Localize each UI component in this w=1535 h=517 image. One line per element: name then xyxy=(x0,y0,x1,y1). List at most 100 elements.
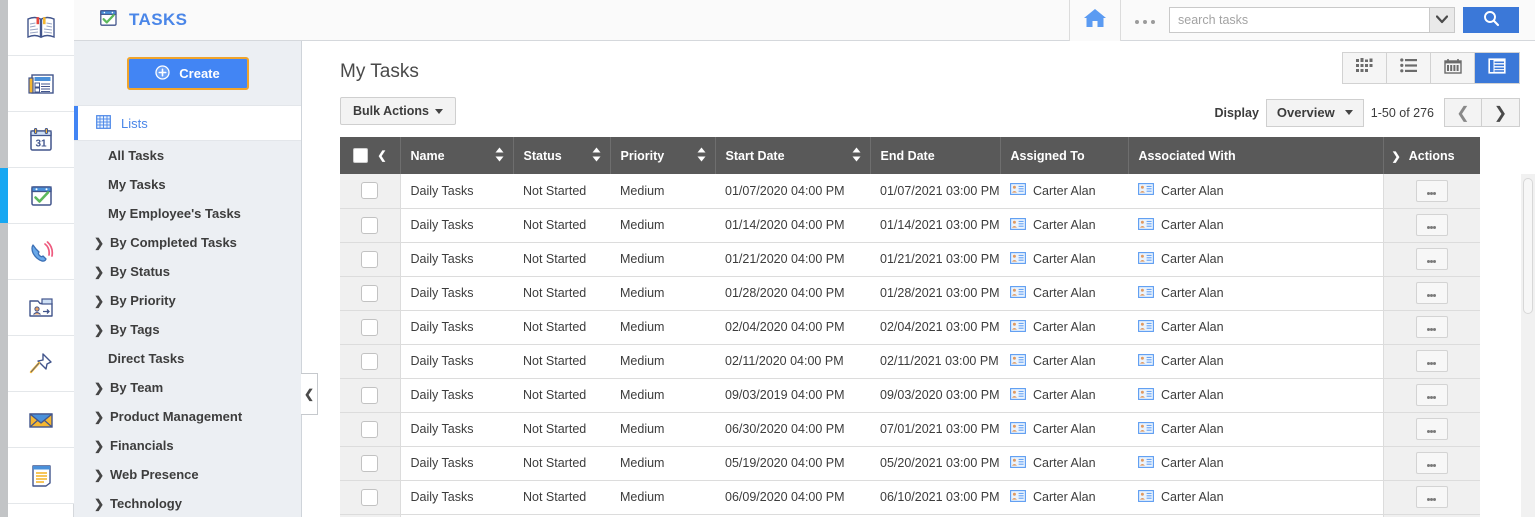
cell-name[interactable]: Daily Tasks xyxy=(400,446,513,480)
row-select-cell[interactable] xyxy=(340,174,400,208)
row-checkbox[interactable] xyxy=(361,387,378,404)
person-cell[interactable]: Carter Alan xyxy=(1010,183,1096,198)
person-cell[interactable]: Carter Alan xyxy=(1138,388,1224,403)
person-cell[interactable]: Carter Alan xyxy=(1010,286,1096,301)
sidebar-item-by-priority[interactable]: ❯ By Priority xyxy=(74,286,301,315)
rail-item-pins[interactable] xyxy=(8,336,74,392)
column-header-associated-with[interactable]: Associated With xyxy=(1128,137,1383,174)
person-cell[interactable]: Carter Alan xyxy=(1138,422,1224,437)
cell-actions[interactable] xyxy=(1383,378,1480,412)
select-all-header[interactable]: ❮ xyxy=(340,137,400,174)
rail-item-news[interactable] xyxy=(8,56,74,112)
cell-name[interactable]: Daily Tasks xyxy=(400,242,513,276)
row-menu-button[interactable] xyxy=(1416,486,1448,508)
person-cell[interactable]: Carter Alan xyxy=(1138,218,1224,233)
row-checkbox[interactable] xyxy=(361,319,378,336)
sidebar-item-my-employees-tasks[interactable]: My Employee's Tasks xyxy=(74,199,301,228)
row-menu-button[interactable] xyxy=(1416,180,1448,202)
cell-actions[interactable] xyxy=(1383,344,1480,378)
row-checkbox[interactable] xyxy=(361,489,378,506)
rail-item-tasks[interactable] xyxy=(8,168,74,224)
person-cell[interactable]: Carter Alan xyxy=(1138,252,1224,267)
row-select-cell[interactable] xyxy=(340,242,400,276)
window-scrollbar[interactable] xyxy=(0,0,8,517)
row-select-cell[interactable] xyxy=(340,344,400,378)
next-page-button[interactable]: ❯ xyxy=(1482,98,1520,127)
column-header-name[interactable]: Name xyxy=(400,137,513,174)
person-cell[interactable]: Carter Alan xyxy=(1138,286,1224,301)
sidebar-item-technology[interactable]: ❯ Technology xyxy=(74,489,301,517)
rail-item-calendar[interactable]: 31 xyxy=(8,112,74,168)
chevron-right-icon[interactable]: ❯ xyxy=(1392,151,1401,163)
table-row[interactable]: Daily TasksNot StartedMedium02/04/2020 0… xyxy=(340,310,1480,344)
display-mode-select[interactable]: Overview xyxy=(1266,99,1364,127)
sidebar-item-my-tasks[interactable]: My Tasks xyxy=(74,170,301,199)
table-scrollbar[interactable] xyxy=(1521,174,1535,517)
row-checkbox[interactable] xyxy=(361,285,378,302)
search-button[interactable] xyxy=(1463,7,1519,33)
sidebar-collapse-handle[interactable]: ❮ xyxy=(301,373,318,415)
cell-actions[interactable] xyxy=(1383,174,1480,208)
view-list-button[interactable] xyxy=(1387,53,1431,83)
sort-icon[interactable] xyxy=(852,147,861,164)
cell-name[interactable]: Daily Tasks xyxy=(400,344,513,378)
cell-actions[interactable] xyxy=(1383,446,1480,480)
cell-actions[interactable] xyxy=(1383,276,1480,310)
row-menu-button[interactable] xyxy=(1416,452,1448,474)
cell-actions[interactable] xyxy=(1383,412,1480,446)
cell-name[interactable]: Daily Tasks xyxy=(400,378,513,412)
cell-actions[interactable] xyxy=(1383,310,1480,344)
sidebar-item-direct-tasks[interactable]: Direct Tasks xyxy=(74,344,301,373)
cell-name[interactable]: Daily Tasks xyxy=(400,412,513,446)
row-menu-button[interactable] xyxy=(1416,384,1448,406)
row-checkbox[interactable] xyxy=(361,182,378,199)
chevron-left-icon[interactable]: ❮ xyxy=(377,150,386,162)
person-cell[interactable]: Carter Alan xyxy=(1138,183,1224,198)
person-cell[interactable]: Carter Alan xyxy=(1138,354,1224,369)
column-header-priority[interactable]: Priority xyxy=(610,137,715,174)
person-cell[interactable]: Carter Alan xyxy=(1010,218,1096,233)
cell-actions[interactable] xyxy=(1383,242,1480,276)
cell-name[interactable]: Daily Tasks xyxy=(400,174,513,208)
sidebar-item-all-tasks[interactable]: All Tasks xyxy=(74,141,301,170)
search-options-dropdown[interactable] xyxy=(1429,7,1455,33)
sidebar-item-by-team[interactable]: ❯ By Team xyxy=(74,373,301,402)
rail-item-calls[interactable] xyxy=(8,224,74,280)
row-select-cell[interactable] xyxy=(340,446,400,480)
row-select-cell[interactable] xyxy=(340,310,400,344)
row-checkbox[interactable] xyxy=(361,217,378,234)
search-input[interactable] xyxy=(1169,7,1429,33)
row-checkbox[interactable] xyxy=(361,251,378,268)
cell-name[interactable]: Daily Tasks xyxy=(400,310,513,344)
person-cell[interactable]: Carter Alan xyxy=(1138,456,1224,471)
table-row[interactable]: Daily TasksNot StartedMedium09/03/2019 0… xyxy=(340,378,1480,412)
row-checkbox[interactable] xyxy=(361,353,378,370)
sidebar-item-lists[interactable]: Lists xyxy=(74,105,301,141)
sort-icon[interactable] xyxy=(592,147,601,164)
column-header-end-date[interactable]: End Date xyxy=(870,137,1000,174)
table-row[interactable]: Daily TasksNot StartedMedium05/19/2020 0… xyxy=(340,446,1480,480)
person-cell[interactable]: Carter Alan xyxy=(1010,320,1096,335)
rail-item-library[interactable] xyxy=(8,0,74,56)
person-cell[interactable]: Carter Alan xyxy=(1010,252,1096,267)
more-options-button[interactable] xyxy=(1121,0,1169,41)
column-header-actions[interactable]: ❯ Actions xyxy=(1383,137,1480,174)
person-cell[interactable]: Carter Alan xyxy=(1010,456,1096,471)
sidebar-item-by-completed-tasks[interactable]: ❯ By Completed Tasks xyxy=(74,228,301,257)
table-row[interactable]: Daily TasksNot StartedMedium06/09/2020 0… xyxy=(340,480,1480,514)
rail-item-notes[interactable] xyxy=(8,448,74,504)
view-calendar-button[interactable] xyxy=(1431,53,1475,83)
row-select-cell[interactable] xyxy=(340,378,400,412)
person-cell[interactable]: Carter Alan xyxy=(1010,490,1096,505)
table-row[interactable]: Daily TasksNot StartedMedium02/11/2020 0… xyxy=(340,344,1480,378)
sidebar-item-product-management[interactable]: ❯ Product Management xyxy=(74,402,301,431)
person-cell[interactable]: Carter Alan xyxy=(1010,388,1096,403)
row-checkbox[interactable] xyxy=(361,455,378,472)
row-checkbox[interactable] xyxy=(361,421,378,438)
table-row[interactable]: Daily TasksNot StartedMedium01/21/2020 0… xyxy=(340,242,1480,276)
row-menu-button[interactable] xyxy=(1416,282,1448,304)
person-cell[interactable]: Carter Alan xyxy=(1138,320,1224,335)
table-scrollbar-thumb[interactable] xyxy=(1523,178,1533,314)
row-menu-button[interactable] xyxy=(1416,350,1448,372)
cell-actions[interactable] xyxy=(1383,208,1480,242)
